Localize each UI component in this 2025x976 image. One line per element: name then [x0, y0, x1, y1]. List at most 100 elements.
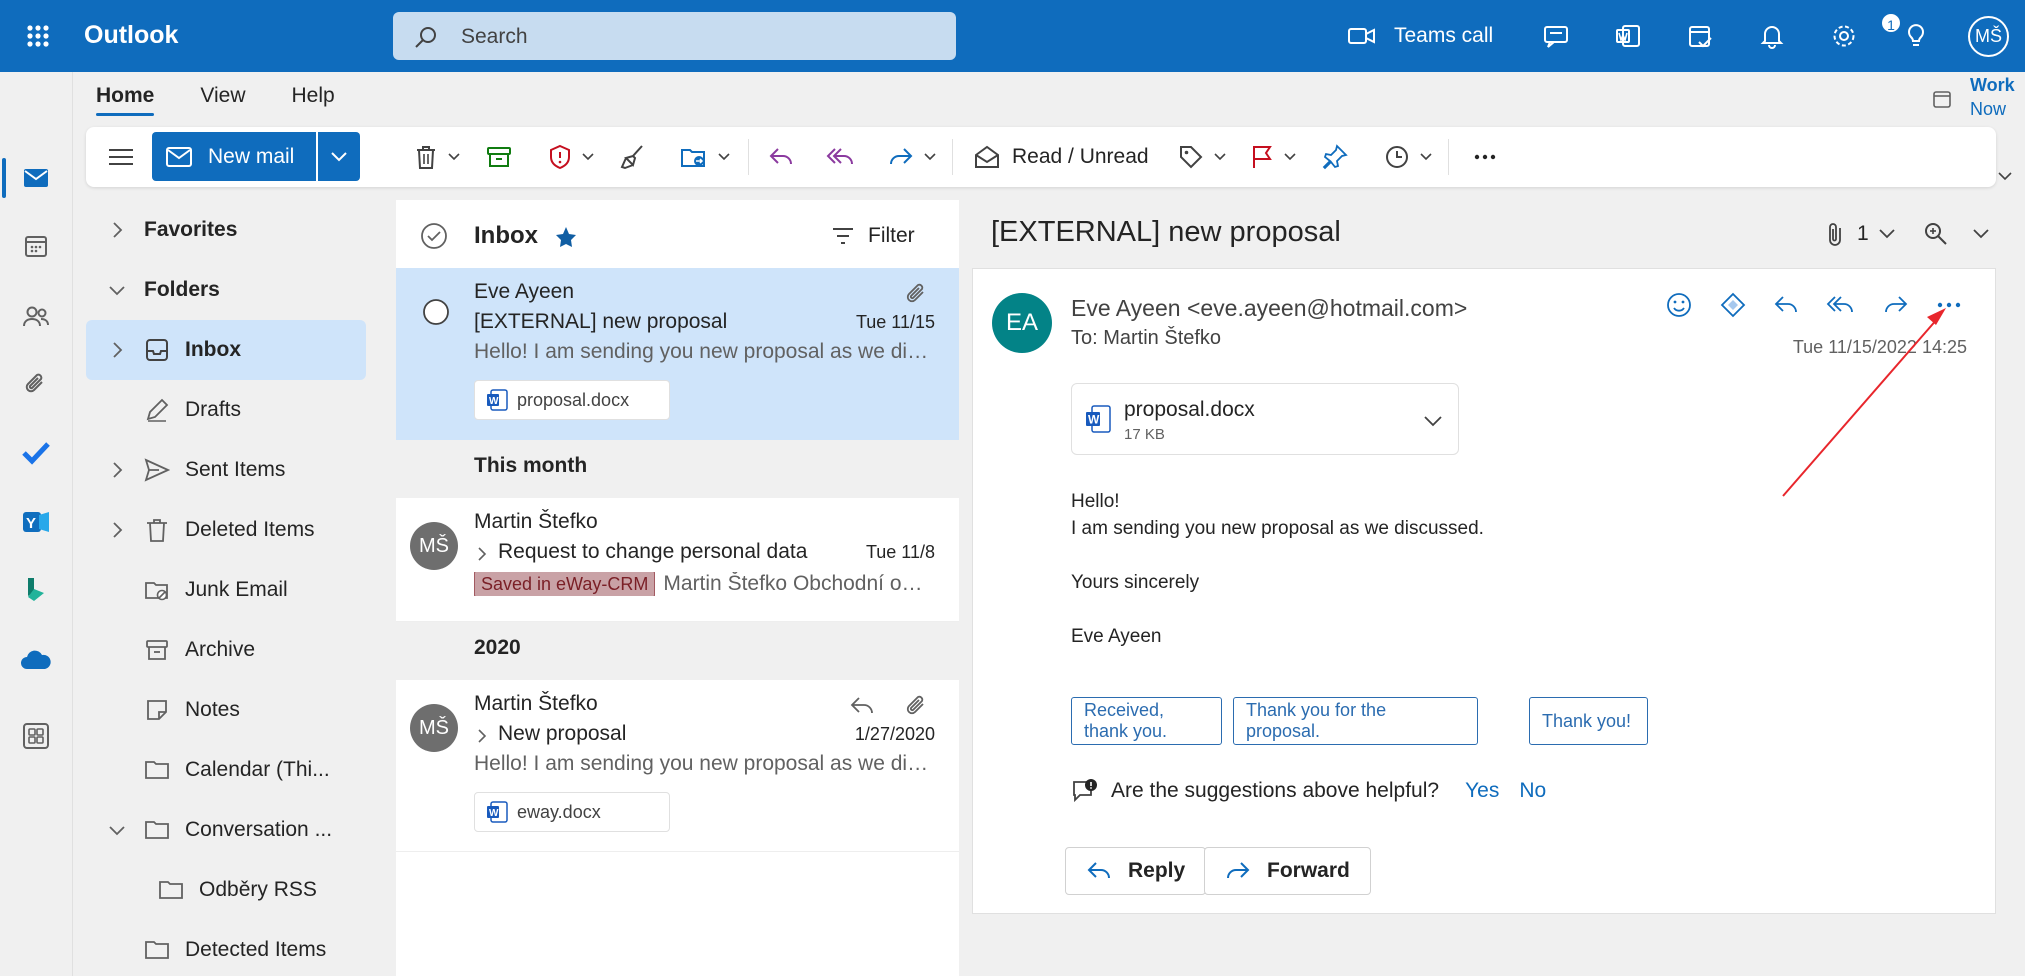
tab-home[interactable]: Home — [96, 84, 155, 116]
bookings-icon[interactable] — [18, 572, 54, 608]
attachment-card[interactable]: W proposal.docx 17 KB — [1071, 383, 1459, 455]
select-all-icon[interactable] — [420, 222, 448, 250]
folder-detected-items[interactable]: Detected Items — [86, 920, 366, 976]
suggested-reply[interactable]: Received, thank you. — [1071, 697, 1222, 745]
paperclip-icon[interactable] — [1825, 221, 1847, 247]
folder-drafts[interactable]: Drafts — [86, 380, 366, 440]
work-now-button[interactable]: Work Now — [1932, 75, 2022, 119]
yammer-icon[interactable]: Y — [18, 504, 54, 540]
more-apps-icon[interactable] — [18, 718, 54, 754]
filter-button[interactable]: Filter — [832, 224, 915, 248]
categorize-button[interactable] — [1178, 139, 1226, 175]
gear-icon[interactable] — [1826, 18, 1862, 54]
reply-icon — [769, 148, 792, 165]
zoom-icon[interactable] — [1923, 221, 1949, 247]
svg-text:W: W — [1088, 413, 1100, 427]
feedback-yes[interactable]: Yes — [1465, 779, 1499, 803]
archive-button[interactable] — [486, 139, 512, 175]
forward-button[interactable] — [888, 139, 936, 175]
broom-icon — [620, 145, 643, 170]
folder-inbox[interactable]: Inbox — [86, 320, 366, 380]
folder-conversation[interactable]: Conversation ... — [86, 800, 366, 860]
flag-button[interactable] — [1250, 139, 1296, 175]
reading-pane: [EXTERNAL] new proposal 1 EA Eve Ayeen <… — [971, 200, 1996, 976]
tab-view[interactable]: View — [200, 84, 245, 116]
chevron-right-icon[interactable] — [474, 726, 490, 746]
reply-all-button[interactable] — [826, 139, 854, 175]
chevron-down-icon[interactable] — [1879, 229, 1895, 239]
delete-button[interactable] — [414, 139, 460, 175]
feedback-no[interactable]: No — [1519, 779, 1546, 803]
move-to-button[interactable] — [680, 139, 730, 175]
message-list: Inbox Filter Eve Ayeen [EXTERNAL] new pr… — [396, 200, 959, 976]
email-date: Tue 11/15/2022 14:25 — [1792, 337, 1967, 357]
suggested-reply[interactable]: Thank you! — [1529, 697, 1648, 745]
attachment-chip[interactable]: W proposal.docx — [474, 380, 670, 420]
suggested-reply[interactable]: Thank you for the proposal. — [1233, 697, 1478, 745]
more-actions-icon[interactable] — [1933, 289, 1965, 321]
message-item[interactable]: Eve Ayeen [EXTERNAL] new proposal Tue 11… — [396, 268, 959, 440]
forward-icon[interactable] — [1879, 289, 1911, 321]
chevron-down-icon[interactable] — [1422, 410, 1444, 432]
lightbulb-icon[interactable] — [1898, 18, 1934, 54]
message-item[interactable]: MŠ Martin Štefko New proposal 1/27/2020 … — [396, 680, 959, 852]
app-launcher-icon[interactable] — [20, 18, 56, 54]
chevron-down-icon — [582, 153, 594, 161]
reply-button[interactable] — [768, 139, 794, 175]
reply-icon[interactable] — [1771, 289, 1803, 321]
paperclip-icon[interactable] — [18, 366, 54, 402]
attachment-count[interactable]: 1 — [1857, 222, 1869, 246]
word-icon[interactable] — [1610, 18, 1646, 54]
folder-calendar[interactable]: Calendar (Thi... — [86, 740, 366, 800]
folder-rss[interactable]: Odběry RSS — [86, 860, 366, 920]
folder-junk-email[interactable]: Junk Email — [86, 560, 366, 620]
folder-deleted-items[interactable]: Deleted Items — [86, 500, 366, 560]
attachment-chip[interactable]: W eway.docx — [474, 792, 670, 832]
snooze-button[interactable] — [1384, 139, 1432, 175]
calendar-icon[interactable] — [18, 228, 54, 264]
app-name[interactable]: Outlook — [84, 21, 178, 50]
todo-icon[interactable] — [18, 434, 54, 470]
search-input[interactable]: Search — [461, 25, 528, 49]
mail-icon[interactable] — [18, 160, 54, 196]
onedrive-icon[interactable] — [18, 642, 54, 678]
chevron-right-icon[interactable] — [474, 544, 490, 564]
new-mail-button[interactable]: New mail — [152, 132, 316, 181]
message-item[interactable]: MŠ Martin Štefko Request to change perso… — [396, 498, 959, 622]
select-circle-icon[interactable] — [422, 298, 450, 326]
more-options-icon[interactable] — [1472, 139, 1498, 175]
tab-help[interactable]: Help — [292, 84, 335, 116]
account-avatar[interactable]: MŠ — [1968, 16, 2009, 57]
search-box[interactable]: Search — [393, 12, 956, 60]
favorites-group[interactable]: Favorites — [86, 200, 366, 260]
forward-button[interactable]: Forward — [1204, 847, 1371, 895]
chat-icon[interactable] — [1538, 18, 1574, 54]
hamburger-icon[interactable] — [108, 139, 134, 175]
reply-all-icon[interactable] — [1825, 289, 1857, 321]
sweep-button[interactable] — [620, 139, 646, 175]
word-doc-icon: W — [487, 801, 508, 823]
ribbon-expand-chevron-icon[interactable] — [1996, 170, 2018, 192]
calendar-check-icon[interactable] — [1682, 18, 1718, 54]
report-button[interactable] — [548, 139, 594, 175]
folder-notes[interactable]: Notes — [86, 680, 366, 740]
star-icon[interactable] — [554, 225, 578, 249]
reply-button[interactable]: Reply — [1065, 847, 1207, 895]
people-icon[interactable] — [18, 298, 54, 334]
folder-archive[interactable]: Archive — [86, 620, 366, 680]
bell-icon[interactable] — [1754, 18, 1790, 54]
svg-text:Y: Y — [26, 515, 36, 532]
emoji-icon[interactable] — [1663, 289, 1695, 321]
read-unread-button[interactable]: Read / Unread — [974, 139, 1149, 175]
pencil-icon — [146, 398, 169, 422]
sender-address[interactable]: Eve Ayeen <eve.ayeen@hotmail.com> — [1071, 295, 1467, 322]
sender-avatar[interactable]: EA — [992, 293, 1052, 353]
new-mail-dropdown[interactable] — [318, 132, 360, 181]
folders-group[interactable]: Folders — [86, 260, 366, 320]
message-date: Tue 11/8 — [865, 542, 935, 562]
pin-button[interactable] — [1322, 139, 1348, 175]
teams-call-button[interactable]: Teams call — [1348, 18, 1493, 54]
chevron-down-icon[interactable] — [1973, 229, 1989, 239]
loop-icon[interactable] — [1717, 289, 1749, 321]
folder-sent-items[interactable]: Sent Items — [86, 440, 366, 500]
